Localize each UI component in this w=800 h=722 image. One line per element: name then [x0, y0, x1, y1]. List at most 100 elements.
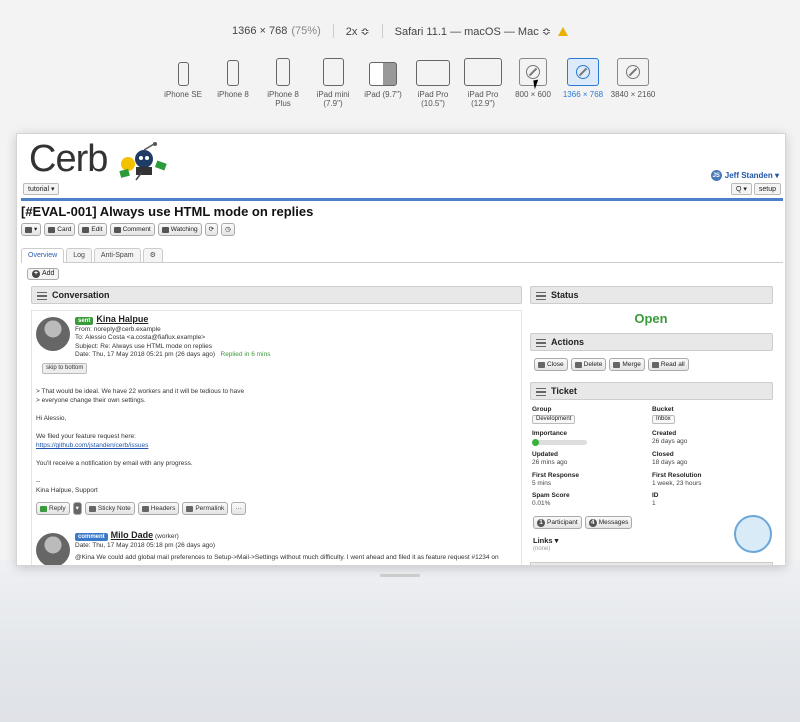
- skip-to-bottom-button[interactable]: skip to bottom: [42, 363, 88, 374]
- comment-label: Comment: [122, 226, 151, 233]
- ticket-header[interactable]: Ticket: [530, 382, 773, 400]
- ticket-toolbar: ▾ Card Edit Comment Watching ⟳ ◷: [21, 223, 235, 236]
- tab-anti-spam[interactable]: Anti-Spam: [93, 248, 141, 262]
- card-button[interactable]: Card: [44, 223, 76, 236]
- reply-button[interactable]: Reply: [36, 502, 70, 515]
- delete-icon: [574, 361, 582, 368]
- tab-overview[interactable]: Overview: [21, 248, 65, 263]
- device-ipad[interactable]: iPad (9.7"): [358, 54, 408, 108]
- delete-button[interactable]: Delete: [570, 358, 607, 371]
- issues-link[interactable]: https://github.com/jstanden/cerb/issues: [36, 442, 148, 449]
- device-iphone-8-plus[interactable]: iPhone 8 Plus: [258, 54, 308, 108]
- field-label: Created: [652, 430, 677, 437]
- field-label: Closed: [652, 451, 674, 458]
- scroll-indicator: [380, 574, 420, 577]
- device-ipad-pro-12[interactable]: iPad Pro (12.9"): [458, 54, 508, 108]
- tab-bar: Overview Log Anti-Spam ⚙: [21, 248, 783, 263]
- add-button[interactable]: + Add: [27, 268, 60, 280]
- bucket-pill[interactable]: Inbox: [652, 414, 675, 424]
- comment-button[interactable]: Comment: [109, 223, 155, 236]
- headers-button[interactable]: Headers: [137, 502, 180, 515]
- device-3840x2160[interactable]: 3840 × 2160: [608, 54, 658, 108]
- importance-marker: [532, 438, 539, 446]
- field-label: First Resolution: [652, 472, 702, 479]
- device-label: iPad Pro (12.9"): [467, 90, 499, 108]
- workspace-menu[interactable]: tutorial ▾: [23, 183, 60, 195]
- device-ipad-pro-10[interactable]: iPad Pro (10.5"): [408, 54, 458, 108]
- read-all-button[interactable]: Read all: [647, 358, 689, 371]
- desktop-background: [0, 560, 800, 722]
- messages-button[interactable]: 4 Messages: [584, 516, 633, 529]
- sticky-note-button[interactable]: Sticky Note: [84, 502, 135, 515]
- refresh-button[interactable]: ⟳: [204, 223, 219, 236]
- field-first-response: First Response 5 mins: [532, 472, 647, 487]
- field-value: 5 mins: [532, 479, 552, 487]
- permalink-button[interactable]: Permalink: [182, 502, 229, 515]
- watching-button[interactable]: Watching: [157, 223, 202, 236]
- participant-button[interactable]: 1 Participant: [533, 516, 582, 529]
- browser-select[interactable]: Safari 11.1 — macOS — Mac ≎: [395, 25, 551, 38]
- field-first-resolution: First Resolution 1 week, 23 hours: [652, 472, 767, 487]
- profile-button[interactable]: ▾: [21, 223, 42, 236]
- warning-icon[interactable]: [557, 26, 568, 36]
- divider: [381, 24, 383, 38]
- chat-bot-icon[interactable]: [734, 515, 772, 553]
- tab-log[interactable]: Log: [66, 248, 92, 262]
- status-badge: sent: [75, 317, 94, 325]
- message-body: > That would be ideal. We have 22 worker…: [36, 387, 506, 495]
- status-header[interactable]: Status: [530, 286, 773, 304]
- ticket-actions: Close Delete Merge Read all: [534, 358, 776, 371]
- tab-settings[interactable]: ⚙: [142, 248, 163, 262]
- avatar: [36, 317, 70, 351]
- device-1366x768[interactable]: 1366 × 768: [558, 54, 608, 108]
- sender-name[interactable]: Milo Dade: [111, 530, 154, 540]
- merge-button[interactable]: Merge: [609, 358, 645, 371]
- links-menu[interactable]: Links ▾: [533, 536, 558, 545]
- device-iphone-8[interactable]: iPhone 8: [208, 54, 258, 108]
- message-actions: Reply ▾ Sticky Note Headers Permalink ··…: [36, 502, 246, 515]
- check-icon: [538, 361, 545, 368]
- sender-name[interactable]: Kina Halpue: [96, 314, 148, 324]
- field-closed: Closed 18 days ago: [652, 451, 767, 466]
- scale-select[interactable]: 2x ≎: [346, 25, 370, 38]
- book-icon: [651, 361, 659, 368]
- field-value: 1 week, 23 hours: [652, 479, 702, 487]
- field-created: Created 26 days ago: [652, 430, 767, 445]
- signature: Kina Halpue, Support: [36, 487, 98, 494]
- device-label: iPad (9.7"): [364, 90, 402, 99]
- cerb-robot-logo-icon: [119, 142, 167, 181]
- page-title: [#EVAL-001] Always use HTML mode on repl…: [21, 204, 314, 219]
- body-line: We filed your feature request here:: [36, 433, 136, 440]
- participant-label: Participant: [547, 519, 578, 526]
- device-iphone-se[interactable]: iPhone SE: [158, 54, 208, 108]
- setup-button[interactable]: setup: [753, 183, 781, 195]
- message-date: Date: Thu, 17 May 2018 05:21 pm (26 days…: [75, 351, 216, 358]
- search-button[interactable]: Q ▾: [730, 183, 752, 195]
- field-value: 26 mins ago: [532, 458, 568, 466]
- link-icon: [186, 505, 194, 512]
- close-button[interactable]: Close: [534, 358, 568, 371]
- body-line: Hi Alessio,: [36, 415, 67, 422]
- timer-button[interactable]: ◷: [221, 223, 235, 236]
- message-header: comment Milo Dade (worker) Date: Thu, 17 …: [75, 531, 499, 563]
- device-label: iPad mini (7.9"): [316, 90, 350, 108]
- edit-button[interactable]: Edit: [78, 223, 107, 236]
- read-all-label: Read all: [660, 361, 685, 368]
- more-button[interactable]: ···: [231, 502, 246, 515]
- actions-header[interactable]: Actions: [530, 333, 773, 351]
- phone-icon: [276, 58, 290, 86]
- cerb-logo[interactable]: Cerb: [29, 138, 108, 181]
- zoom-label: (75%): [291, 25, 321, 37]
- user-menu[interactable]: JS Jeff Standen ▾: [710, 170, 779, 181]
- phone-icon: [227, 60, 239, 86]
- resolution-label[interactable]: 1366 × 768: [232, 25, 287, 37]
- browser-viewport: Cerb JS Jeff Standen ▾ tutorial ▾ Q ▾ se…: [16, 133, 786, 566]
- device-ipad-mini[interactable]: iPad mini (7.9"): [308, 54, 358, 108]
- reply-options-button[interactable]: ▾: [72, 502, 82, 515]
- close-label: Close: [547, 361, 564, 368]
- field-value: 1: [652, 499, 656, 507]
- conversation-header[interactable]: Conversation: [31, 286, 522, 304]
- clock-icon: ◷: [225, 226, 231, 233]
- group-pill[interactable]: Development: [532, 414, 576, 424]
- message-date: Date: Thu, 17 May 2018 05:18 pm (26 days…: [75, 541, 216, 549]
